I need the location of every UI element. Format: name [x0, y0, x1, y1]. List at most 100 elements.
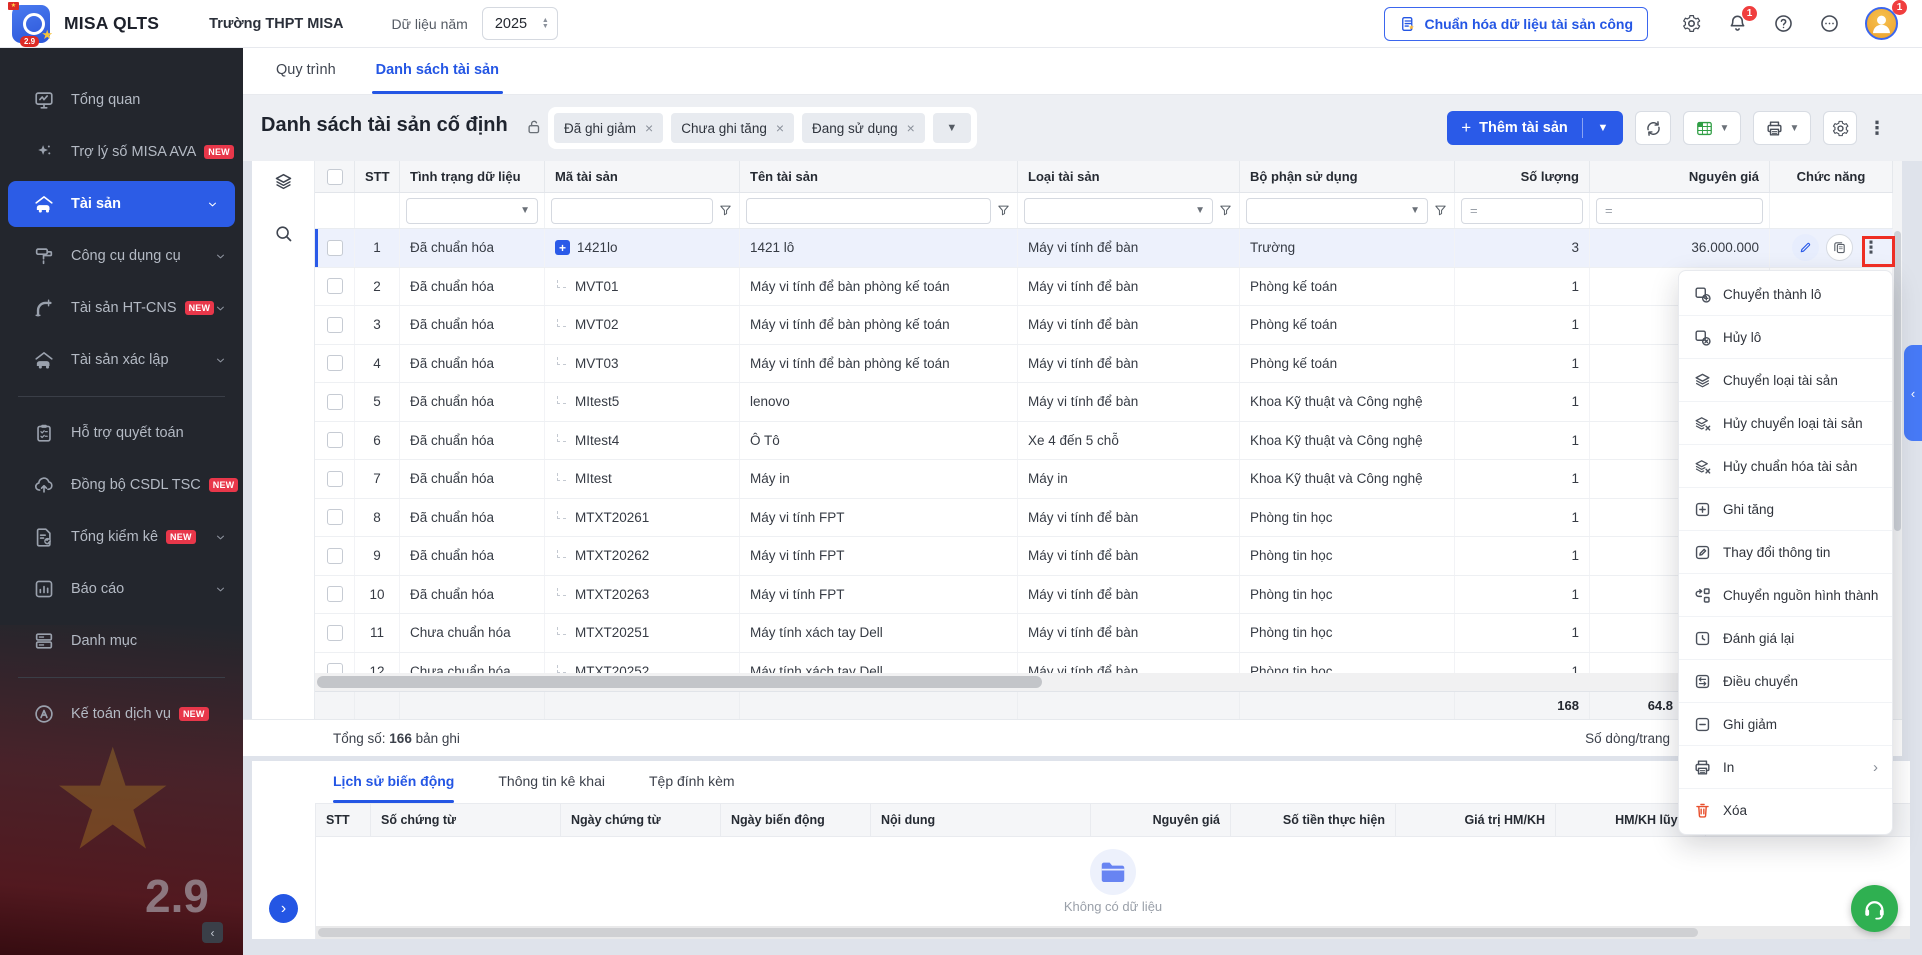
- filter-input-code[interactable]: [551, 198, 713, 224]
- sidebar-item-tong-quan[interactable]: Tổng quan: [0, 74, 243, 126]
- row-checkbox[interactable]: [315, 460, 355, 498]
- collapse-right-panel-button[interactable]: ‹: [1904, 345, 1922, 441]
- filter-select-type[interactable]: ▼: [1024, 198, 1213, 224]
- horizontal-scrollbar[interactable]: [315, 673, 1893, 691]
- subtable-scrollbar[interactable]: [316, 926, 1910, 939]
- menu-item-ghi-tang[interactable]: Ghi tăng: [1679, 488, 1892, 531]
- subcolumn-header-ngay-chung-tu[interactable]: Ngày chứng từ: [561, 804, 721, 836]
- menu-item-danh-gia-lai[interactable]: Đánh giá lại: [1679, 617, 1892, 660]
- funnel-icon[interactable]: [1218, 203, 1233, 218]
- column-header-name[interactable]: Tên tài sản: [740, 161, 1018, 192]
- column-header-dept[interactable]: Bộ phận sử dụng: [1240, 161, 1455, 192]
- normalize-data-button[interactable]: Chuẩn hóa dữ liệu tài sản công: [1384, 7, 1649, 41]
- sidebar-item-dong-bo-csdl-tsc[interactable]: Đồng bộ CSDL TSC NEW: [0, 459, 243, 511]
- funnel-icon[interactable]: [718, 203, 733, 218]
- subcolumn-header-stt[interactable]: STT: [316, 804, 371, 836]
- close-icon[interactable]: ×: [645, 120, 653, 136]
- row-checkbox[interactable]: [315, 345, 355, 383]
- table-row[interactable]: 6 Đã chuẩn hóa MItest4 Ô Tô Xe 4 đến 5 c…: [315, 422, 1893, 461]
- filter-chip-dang-su-dung[interactable]: Đang sử dụng×: [802, 113, 925, 143]
- table-row[interactable]: 3 Đã chuẩn hóa MVT02 Máy vi tính để bàn …: [315, 306, 1893, 345]
- row-checkbox[interactable]: [315, 229, 355, 267]
- sidebar-item-cong-cu-dung-cu[interactable]: Công cụ dụng cụ: [0, 230, 243, 282]
- sidebar-item-tai-san[interactable]: Tài sản: [8, 181, 235, 227]
- funnel-icon[interactable]: [1433, 203, 1448, 218]
- column-header-cost[interactable]: Nguyên giá: [1590, 161, 1770, 192]
- filter-chip-da-ghi-giam[interactable]: Đã ghi giảm×: [554, 113, 663, 143]
- menu-item-thay-doi-thong-tin[interactable]: Thay đổi thông tin: [1679, 531, 1892, 574]
- subcolumn-header-nguyen-gia[interactable]: Nguyên giá: [1091, 804, 1231, 836]
- row-checkbox[interactable]: [315, 537, 355, 575]
- filter-select-status[interactable]: ▼: [406, 198, 538, 224]
- select-all-checkbox[interactable]: [315, 161, 355, 192]
- subcolumn-header-gia-tri-hm-kh[interactable]: Giá trị HM/KH: [1396, 804, 1556, 836]
- menu-item-chuyen-loai-tai-san[interactable]: Chuyển loại tài sản: [1679, 359, 1892, 402]
- row-checkbox[interactable]: [315, 383, 355, 421]
- subcolumn-header-so-chung-tu[interactable]: Số chứng từ: [371, 804, 561, 836]
- filter-input-qty[interactable]: =: [1461, 198, 1583, 224]
- tab-danh-sach-tai-san[interactable]: Danh sách tài sản: [356, 48, 519, 94]
- subcolumn-header-noi-dung[interactable]: Nội dung: [871, 804, 1091, 836]
- edit-row-button[interactable]: [1792, 234, 1819, 261]
- export-excel-button[interactable]: ▼: [1683, 111, 1741, 145]
- avatar[interactable]: 1: [1865, 7, 1898, 40]
- table-row[interactable]: 5 Đã chuẩn hóa MItest5 lenovo Máy vi tín…: [315, 383, 1893, 422]
- help-icon[interactable]: [1773, 13, 1794, 34]
- table-row[interactable]: 10 Đã chuẩn hóa MTXT20263 Máy vi tính FP…: [315, 576, 1893, 615]
- org-name[interactable]: Trường THPT MISA: [209, 16, 343, 32]
- row-checkbox[interactable]: [315, 499, 355, 537]
- column-header-status[interactable]: Tình trạng dữ liệu: [400, 161, 545, 192]
- sidebar-item-tai-san-xac-lap[interactable]: Tài sản xác lập: [0, 334, 243, 386]
- sidebar-item-tai-san-ht-cns[interactable]: Tài sản HT-CNS NEW: [0, 282, 243, 334]
- filter-select-dept[interactable]: ▼: [1246, 198, 1428, 224]
- table-row[interactable]: 4 Đã chuẩn hóa MVT03 Máy vi tính để bàn …: [315, 345, 1893, 384]
- row-checkbox[interactable]: [315, 268, 355, 306]
- add-asset-split-button[interactable]: + Thêm tài sản ▼: [1447, 111, 1623, 145]
- table-settings-button[interactable]: [1823, 111, 1857, 145]
- sidebar-item-ho-tro-quyet-toan[interactable]: Hỗ trợ quyết toán: [0, 407, 243, 459]
- detail-tab-tep-dinh-kem[interactable]: Tệp đính kèm: [649, 761, 735, 803]
- sidebar-collapse-button[interactable]: ‹: [202, 922, 223, 943]
- subcolumn-header-ngay-bien-dong[interactable]: Ngày biến động: [721, 804, 871, 836]
- duplicate-row-button[interactable]: [1826, 234, 1853, 261]
- refresh-button[interactable]: [1635, 111, 1671, 145]
- table-row[interactable]: 7 Đã chuẩn hóa MItest Máy in Máy in Khoa…: [315, 460, 1893, 499]
- close-icon[interactable]: ×: [776, 120, 784, 136]
- scrollbar-thumb[interactable]: [318, 928, 1698, 937]
- tab-quy-trinh[interactable]: Quy trình: [256, 48, 356, 94]
- row-checkbox[interactable]: [315, 653, 355, 674]
- column-header-func[interactable]: Chức năng: [1770, 161, 1893, 192]
- filter-dropdown-chip[interactable]: ▼: [933, 113, 971, 143]
- subcolumn-header-so-tien-thuc-hien[interactable]: Số tiền thực hiện: [1231, 804, 1396, 836]
- scrollbar-thumb[interactable]: [317, 676, 1042, 688]
- column-header-stt[interactable]: STT: [355, 161, 400, 192]
- row-checkbox[interactable]: [315, 306, 355, 344]
- settings-icon[interactable]: [1681, 13, 1702, 34]
- filter-chip-chua-ghi-tang[interactable]: Chưa ghi tăng×: [671, 113, 794, 143]
- menu-item-chuyen-nguon-hinh-thanh[interactable]: Chuyển nguồn hình thành: [1679, 574, 1892, 617]
- detail-tab-lich-su-bien-dong[interactable]: Lịch sử biến động: [333, 761, 454, 803]
- more-options-icon[interactable]: [1819, 13, 1840, 34]
- menu-item-huy-chuan-hoa-tai-san[interactable]: Hủy chuẩn hóa tài sản: [1679, 445, 1892, 488]
- sidebar-item-tro-ly-so-misa-ava[interactable]: Trợ lý số MISA AVA NEW: [0, 126, 243, 178]
- filter-input-cost[interactable]: =: [1596, 198, 1763, 224]
- table-row[interactable]: 1 Đã chuẩn hóa +1421lo 1421 lô Máy vi tí…: [315, 229, 1893, 268]
- row-checkbox[interactable]: [315, 422, 355, 460]
- year-selector[interactable]: 2025 ▲▼: [482, 7, 558, 40]
- expand-panel-button[interactable]: ›: [269, 894, 298, 923]
- menu-item-xoa[interactable]: Xóa: [1679, 789, 1892, 832]
- table-row[interactable]: 11 Chưa chuẩn hóa MTXT20251 Máy tính xác…: [315, 614, 1893, 653]
- toolbar-more-button[interactable]: ⋮: [1863, 111, 1891, 145]
- filter-input-name[interactable]: [746, 198, 991, 224]
- sidebar-item-danh-muc[interactable]: Danh mục: [0, 615, 243, 667]
- detail-tab-thong-tin-ke-khai[interactable]: Thông tin kê khai: [498, 761, 605, 803]
- column-header-code[interactable]: Mã tài sản: [545, 161, 740, 192]
- table-row[interactable]: 2 Đã chuẩn hóa MVT01 Máy vi tính để bàn …: [315, 268, 1893, 307]
- menu-item-ghi-giam[interactable]: Ghi giảm: [1679, 703, 1892, 746]
- table-row[interactable]: 12 Chưa chuẩn hóa MTXT20252 Máy tính xác…: [315, 653, 1893, 674]
- add-asset-button[interactable]: + Thêm tài sản: [1447, 118, 1582, 138]
- menu-item-huy-chuyen-loai-tai-san[interactable]: Hủy chuyển loại tài sản: [1679, 402, 1892, 445]
- menu-item-dieu-chuyen[interactable]: Điều chuyển: [1679, 660, 1892, 703]
- layers-icon[interactable]: [273, 171, 294, 192]
- table-row[interactable]: 8 Đã chuẩn hóa MTXT20261 Máy vi tính FPT…: [315, 499, 1893, 538]
